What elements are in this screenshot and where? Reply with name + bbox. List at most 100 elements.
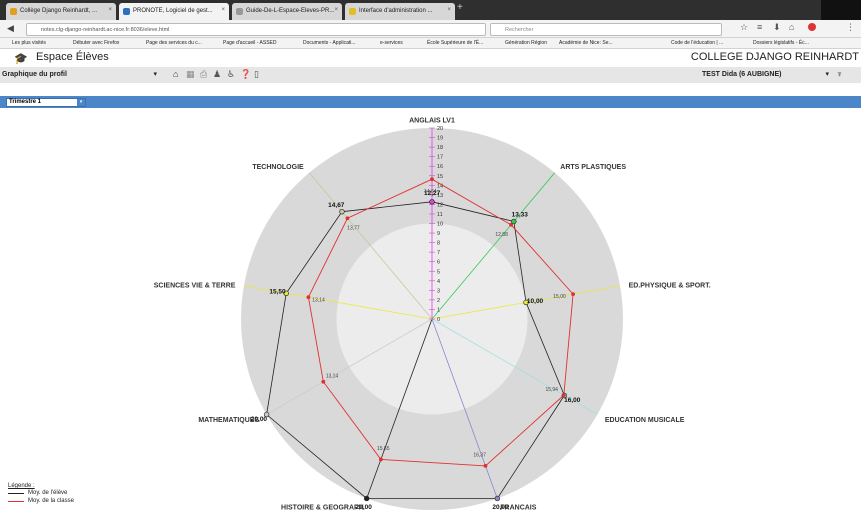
print-icon[interactable]: ⎙ bbox=[200, 69, 207, 80]
browser-tab-bar: Collège Django Reinhardt, ... × PRONOTE, L… bbox=[0, 0, 861, 20]
axis-label: SCIENCES VIE & TERRE bbox=[154, 282, 236, 289]
close-tab-icon[interactable]: × bbox=[447, 7, 451, 13]
legend-item-class: Moy. de la classe bbox=[8, 498, 74, 506]
home-icon[interactable]: ⌂ bbox=[789, 22, 794, 32]
chevron-down-icon: ▾ bbox=[77, 99, 85, 106]
data-point-student bbox=[363, 495, 370, 502]
legend-swatch-student bbox=[8, 493, 24, 494]
data-label-class: 15,65 bbox=[377, 446, 390, 452]
data-label-class: 16,37 bbox=[473, 453, 486, 459]
data-label-student: 15,50 bbox=[269, 289, 286, 296]
new-tab-button[interactable]: + bbox=[457, 2, 463, 13]
people-icon[interactable]: ♟ bbox=[213, 69, 221, 80]
bookmark-item[interactable]: Académie de Nice: Se... bbox=[559, 40, 613, 46]
search-placeholder: Rechercher bbox=[505, 27, 534, 33]
axis-label: ED.PHYSIQUE & SPORT. bbox=[629, 282, 711, 289]
data-label-class: 15,00 bbox=[553, 294, 566, 300]
data-label-student: 10,00 bbox=[527, 298, 544, 305]
favicon-icon bbox=[123, 8, 130, 15]
radar-tick-label: 5 bbox=[437, 269, 440, 275]
data-label-class: 14,64 bbox=[424, 189, 437, 195]
radar-tick-label: 16 bbox=[437, 164, 443, 170]
bookmark-item[interactable]: Les plus visités bbox=[12, 40, 46, 46]
view-select[interactable]: Graphique du profil ▾ bbox=[0, 69, 160, 81]
browser-tab[interactable]: Collège Django Reinhardt, ... × bbox=[6, 3, 116, 20]
close-tab-icon[interactable]: × bbox=[108, 7, 112, 13]
browser-tab[interactable]: Interface d'administration ... × bbox=[345, 3, 455, 20]
radar-tick-label: 10 bbox=[437, 222, 443, 228]
reading-list-icon[interactable]: ≡ bbox=[757, 22, 762, 32]
browser-tab[interactable]: PRONOTE, Logiciel de gest... × bbox=[119, 3, 229, 20]
radar-tick-label: 8 bbox=[437, 241, 440, 247]
bookmark-item[interactable]: Dossiers législatifs - Éc... bbox=[753, 40, 809, 46]
axis-label: MATHEMATIQUES bbox=[198, 417, 259, 424]
view-select-value: Graphique du profil bbox=[2, 71, 67, 78]
data-point-class bbox=[509, 222, 513, 227]
addon-icon[interactable] bbox=[808, 23, 816, 31]
data-label-class: 13,77 bbox=[347, 225, 360, 231]
data-label-class: 12,88 bbox=[495, 232, 508, 238]
legend-swatch-class bbox=[8, 501, 24, 502]
data-point-class bbox=[378, 457, 383, 462]
legend-title: Légende : bbox=[8, 483, 35, 489]
home-icon[interactable]: ⌂ bbox=[173, 69, 178, 79]
profile-chart: 0 1 2 3 4 5 6 7 8 9 10 11 12 13 14 15 16 17 18 19 20 12,27 13,… bbox=[0, 108, 861, 527]
back-icon[interactable]: ◀ bbox=[7, 23, 14, 34]
school-name: COLLEGE DJANGO REINHARDT bbox=[690, 51, 859, 63]
close-tab-icon[interactable]: × bbox=[221, 7, 225, 13]
student-select[interactable]: TEST Dida (6 AUBIGNE) ▾ bbox=[700, 69, 832, 81]
data-label-student: 14,67 bbox=[328, 202, 345, 209]
browser-tab-label: Guide-De-L-Espace-Eleves-PR... bbox=[246, 8, 335, 14]
page-title: Espace Élèves bbox=[36, 51, 109, 63]
data-point-class bbox=[483, 464, 488, 468]
accessibility-icon[interactable]: ♿ bbox=[227, 69, 235, 80]
period-select-value: Trimestre 1 bbox=[9, 99, 42, 105]
url-text: notes.clg-django-reinhardt.ac-nice.fr:80… bbox=[41, 27, 170, 33]
bookmark-star-icon[interactable]: ☆ bbox=[740, 22, 748, 33]
radar-tick-label: 1 bbox=[437, 307, 440, 313]
favicon-icon bbox=[349, 8, 356, 15]
bookmark-item[interactable]: Génération Région bbox=[505, 40, 547, 46]
document-icon[interactable]: ▯ bbox=[254, 69, 259, 80]
period-bar bbox=[0, 96, 861, 108]
grid-icon[interactable]: ▦ bbox=[186, 69, 195, 80]
data-point-class bbox=[306, 295, 311, 300]
bookmark-item[interactable]: Page d'accueil - ASSED bbox=[223, 40, 276, 46]
download-icon[interactable]: ⬇ bbox=[773, 22, 781, 33]
radar-tick-label: 9 bbox=[437, 231, 440, 237]
legend-item-student: Moy. de l'élève bbox=[8, 490, 74, 498]
axis-label: ARTS PLASTIQUES bbox=[560, 164, 626, 171]
butterfly-icon[interactable]: ♆ bbox=[836, 69, 843, 79]
radar-tick-label: 2 bbox=[437, 298, 440, 304]
student-select-value: TEST Dida (6 AUBIGNE) bbox=[702, 71, 782, 78]
window-controls bbox=[821, 0, 861, 20]
help-icon[interactable]: ❓ bbox=[240, 69, 251, 80]
url-bar[interactable]: notes.clg-django-reinhardt.ac-nice.fr:80… bbox=[26, 23, 486, 36]
data-point-student bbox=[429, 199, 435, 205]
data-point-class bbox=[345, 216, 350, 221]
radar-tick-label: 20 bbox=[437, 126, 443, 132]
data-label-class: 13,14 bbox=[312, 297, 325, 303]
graduation-cap-icon: 🎓 bbox=[14, 53, 28, 65]
radar-tick-label: 11 bbox=[437, 212, 443, 218]
period-select[interactable]: Trimestre 1 ▾ bbox=[6, 98, 86, 107]
axis-label: FRANCAIS bbox=[500, 505, 536, 512]
data-point-class bbox=[571, 292, 575, 297]
bookmark-item[interactable]: École Supérieure de l'É... bbox=[427, 40, 483, 46]
radar-tick-label: 4 bbox=[437, 279, 440, 285]
browser-tab[interactable]: Guide-De-L-Espace-Eleves-PR... × bbox=[232, 3, 342, 20]
bookmark-item[interactable]: e-services bbox=[380, 40, 403, 46]
data-point-student bbox=[494, 495, 501, 502]
bookmark-item[interactable]: Code de l'éducation | ... bbox=[671, 40, 723, 46]
browser-tab-label: PRONOTE, Logiciel de gest... bbox=[133, 8, 213, 14]
data-label-student: 16,00 bbox=[564, 397, 581, 404]
search-input[interactable]: Rechercher bbox=[490, 23, 722, 36]
bookmark-item[interactable]: Débuter avec Firefox bbox=[73, 40, 119, 46]
close-tab-icon[interactable]: × bbox=[334, 7, 338, 13]
radar-tick-label: 18 bbox=[437, 145, 443, 151]
bookmark-item[interactable]: Page des services du c... bbox=[146, 40, 202, 46]
favicon-icon bbox=[236, 8, 243, 15]
axis-label: ANGLAIS LV1 bbox=[409, 117, 455, 124]
menu-icon[interactable]: ⋮ bbox=[846, 22, 855, 33]
bookmark-item[interactable]: Documents - Applicati... bbox=[303, 40, 356, 46]
